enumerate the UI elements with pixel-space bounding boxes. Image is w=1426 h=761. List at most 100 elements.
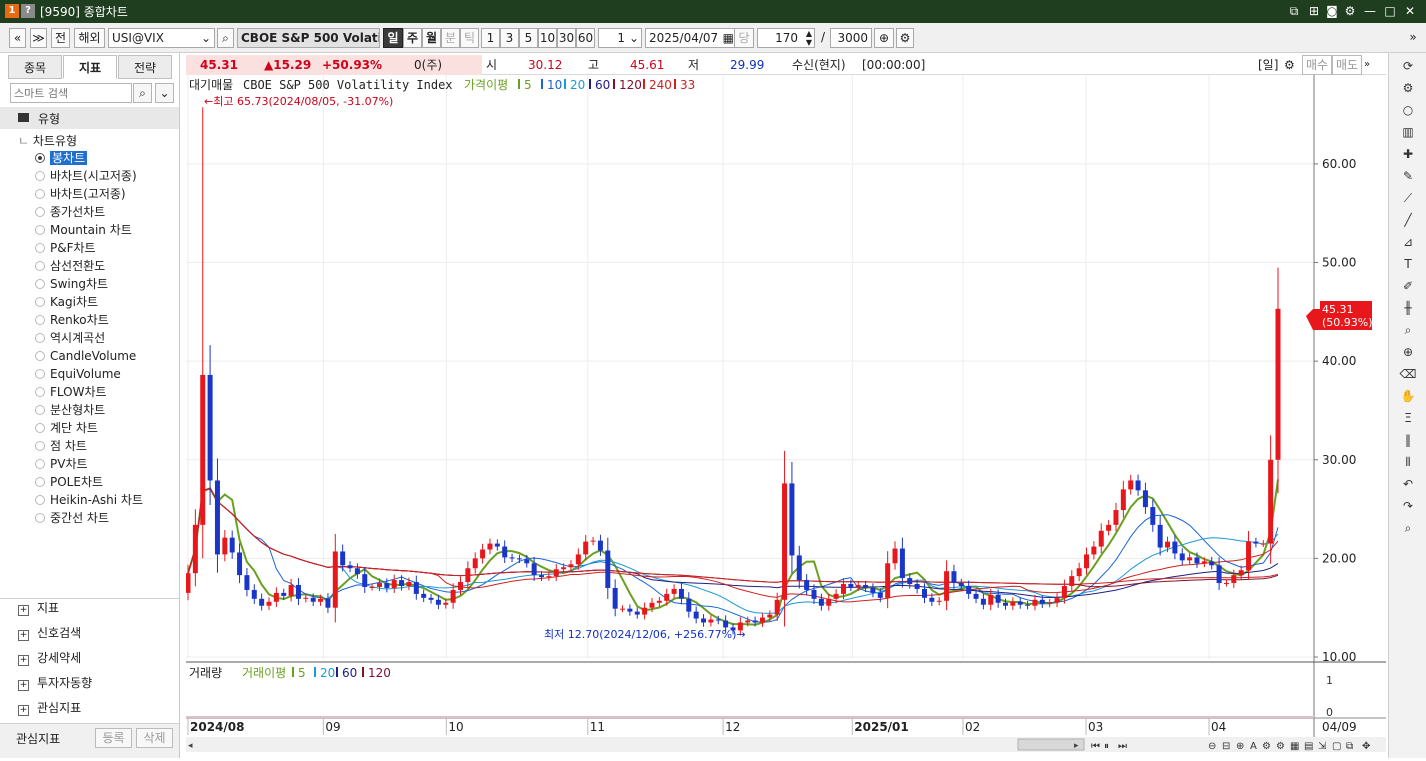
candle-tool-icon[interactable]: ╫ [1399, 299, 1417, 317]
expand-plus-icon[interactable]: + [18, 655, 29, 666]
chart-type-item[interactable]: 점 차트 [35, 438, 87, 455]
grid-icon[interactable]: ▤ [1304, 741, 1313, 752]
camera-icon[interactable]: ◙ [1324, 3, 1340, 19]
search-icon[interactable]: ⌕ [217, 28, 234, 48]
chart-type-item[interactable]: CandleVolume [35, 348, 136, 365]
section-item[interactable]: + 투자자동향 [18, 673, 92, 693]
chart-icon[interactable]: ▥ [1399, 123, 1417, 141]
hand-icon[interactable]: ✋ [1399, 387, 1417, 405]
gear-icon[interactable]: ⚙ [896, 28, 914, 48]
radio-icon[interactable] [35, 171, 45, 181]
scrollbar-track[interactable] [186, 737, 1386, 752]
first-icon[interactable]: ⏮ [1091, 741, 1100, 752]
chart-type-item[interactable]: 삼선전환도 [35, 258, 105, 275]
expand-icon[interactable]: » [1364, 55, 1370, 75]
undo-icon[interactable]: ↶ [1399, 475, 1417, 493]
pause-icon[interactable]: ⏸ [1104, 741, 1109, 752]
chart-type-item[interactable]: 봉차트 [35, 150, 88, 167]
expand-plus-icon[interactable]: + [18, 605, 29, 616]
chart-type-item[interactable]: 바차트(고저종) [35, 186, 126, 203]
zoom-tool-icon[interactable]: ⊕ [1399, 343, 1417, 361]
date-input[interactable]: 2025/04/07 ▦ [645, 28, 738, 48]
brush-icon[interactable]: ✐ [1399, 277, 1417, 295]
interval-10-button[interactable]: 10 [538, 28, 557, 48]
expand-icon[interactable]: » [1406, 28, 1420, 48]
gear-icon[interactable]: ⚙ [1399, 79, 1417, 97]
resize-icon[interactable]: ✥ [1362, 741, 1370, 752]
tab-symbols[interactable]: 종목 [8, 55, 62, 79]
radio-icon[interactable] [35, 243, 45, 253]
symbol-menu-button[interactable]: ≫ [30, 28, 47, 48]
refresh-icon[interactable]: ⟳ [1399, 57, 1417, 75]
radio-icon[interactable] [35, 351, 45, 361]
sell-button[interactable]: 매도 [1332, 55, 1362, 75]
period-tick-button[interactable]: 틱 [460, 28, 479, 48]
export-icon[interactable]: ⇲ [1318, 741, 1327, 752]
radio-icon[interactable] [35, 423, 45, 433]
copy-icon[interactable]: ⧉ [1346, 741, 1353, 752]
magnifier-icon[interactable]: ⌕ [1399, 321, 1417, 339]
period-month-button[interactable]: 월 [422, 28, 441, 48]
calendar-icon[interactable]: ▦ [723, 29, 734, 47]
chart-type-item[interactable]: PV차트 [35, 456, 88, 473]
radio-icon[interactable] [35, 369, 45, 379]
today-button[interactable]: 당 [734, 28, 754, 48]
tree-root[interactable]: 유형 [0, 107, 179, 129]
gear-icon[interactable]: ⚙ [1262, 741, 1271, 752]
scroll-left-icon[interactable]: ◂ [188, 741, 193, 751]
help-icon[interactable]: ? [21, 4, 35, 18]
radio-icon[interactable] [35, 333, 45, 343]
chart-type-item[interactable]: Kagi차트 [35, 294, 98, 311]
tab-strategy[interactable]: 전략 [118, 55, 172, 79]
chart-type-item[interactable]: POLE차트 [35, 474, 103, 491]
chart-type-item[interactable]: Heikin-Ashi 차트 [35, 492, 143, 509]
chart-type-item[interactable]: 분산형차트 [35, 402, 105, 419]
zoom-in-icon[interactable]: ⊕ [874, 28, 894, 48]
pen-icon[interactable]: ✎ [1399, 167, 1417, 185]
auto-line-icon[interactable]: ⊿ [1399, 233, 1417, 251]
search-icon[interactable]: ⌕ [133, 83, 152, 103]
vertical-lines-icon[interactable]: ‖ [1399, 431, 1417, 449]
interval-5-button[interactable]: 5 [519, 28, 538, 48]
symbol-code-input[interactable]: USI@VIX ⌄ [108, 28, 215, 48]
redo-icon[interactable]: ↷ [1399, 497, 1417, 515]
interval-1-button[interactable]: 1 [481, 28, 500, 48]
radio-icon[interactable] [35, 279, 45, 289]
market-select[interactable]: 해외 [74, 28, 105, 48]
period-week-button[interactable]: 주 [403, 28, 422, 48]
radio-icon[interactable] [35, 495, 45, 505]
radio-icon[interactable] [35, 513, 45, 523]
chart-type-item[interactable]: Swing차트 [35, 276, 108, 293]
tree-group[interactable]: ㄴ 차트유형 [18, 132, 77, 149]
crosshair-icon[interactable]: ✚ [1399, 145, 1417, 163]
radio-icon[interactable] [35, 207, 45, 217]
unit-stepper[interactable]: 1 ⌄ [598, 28, 642, 48]
interval-60-button[interactable]: 60 [576, 28, 595, 48]
period-minute-button[interactable]: 분 [441, 28, 460, 48]
radio-icon[interactable] [35, 459, 45, 469]
radio-icon[interactable] [35, 477, 45, 487]
radio-icon[interactable] [35, 153, 45, 163]
interval-30-button[interactable]: 30 [557, 28, 576, 48]
radio-icon[interactable] [35, 315, 45, 325]
count-stepper[interactable]: 170 ▲ ▼ [757, 28, 815, 48]
zoom-in-icon[interactable]: ⊕ [1236, 741, 1244, 752]
prev-button[interactable]: « [9, 28, 26, 48]
close-icon[interactable]: ✕ [1402, 3, 1418, 19]
chart-type-item[interactable]: 중간선 차트 [35, 510, 109, 527]
chevron-down-icon[interactable]: ⌄ [155, 83, 174, 103]
chart-type-item[interactable]: FLOW차트 [35, 384, 107, 401]
window-icon[interactable]: ▢ [1332, 741, 1341, 752]
gear-alt-icon[interactable]: ⚙ [1276, 741, 1285, 752]
chart-type-item[interactable]: Renko차트 [35, 312, 109, 329]
link-icon[interactable]: ⧉ [1286, 3, 1302, 19]
line-tool-icon[interactable]: ⟋ [1399, 189, 1417, 207]
chart-type-item[interactable]: 계단 차트 [35, 420, 98, 437]
minimize-icon[interactable]: — [1362, 3, 1378, 19]
fit-icon[interactable]: ⊟ [1222, 741, 1230, 752]
trendline-icon[interactable]: ╱ [1399, 211, 1417, 229]
eraser-icon[interactable]: ⌫ [1399, 365, 1417, 383]
radio-icon[interactable] [35, 189, 45, 199]
radio-icon[interactable] [35, 387, 45, 397]
section-item[interactable]: + 지표 [18, 598, 59, 618]
